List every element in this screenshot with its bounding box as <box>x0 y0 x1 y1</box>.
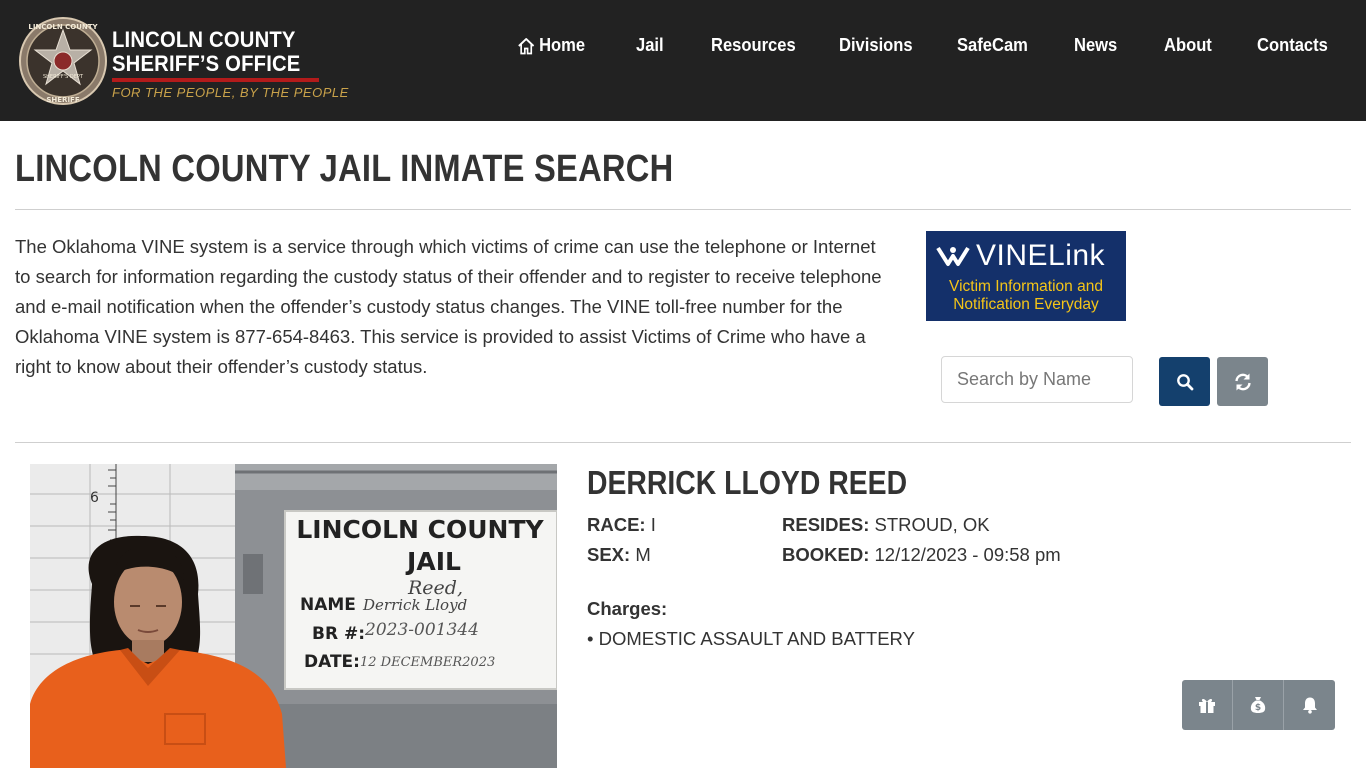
race-field: RACE: I <box>587 514 656 536</box>
commissary-button[interactable] <box>1182 680 1233 730</box>
bell-icon <box>1302 697 1317 714</box>
booked-label: BOOKED: <box>782 544 870 565</box>
search-button[interactable] <box>1159 357 1210 406</box>
nav-about[interactable]: About <box>1164 35 1212 56</box>
logo-divider <box>112 78 319 82</box>
inmate-name: DERRICK LLOYD REED <box>587 464 908 501</box>
mugshot-illustration: 6 LINCOLN COUNTY JAIL Reed, NAME Derrick… <box>30 464 557 768</box>
resides-label: RESIDES: <box>782 514 870 535</box>
gift-icon <box>1199 698 1215 713</box>
svg-text:NAME: NAME <box>300 595 356 615</box>
vinelink-brand: VINELink <box>936 239 1105 273</box>
booked-field: BOOKED: 12/12/2023 - 09:58 pm <box>782 544 1061 566</box>
section-divider <box>15 442 1351 443</box>
svg-text:SHERIFF: SHERIFF <box>46 96 79 104</box>
svg-text:12 DECEMBER2023: 12 DECEMBER2023 <box>360 655 495 670</box>
page-title: LINCOLN COUNTY JAIL INMATE SEARCH <box>15 148 674 190</box>
logo-tagline: FOR THE PEOPLE, BY THE PEOPLE <box>112 85 349 100</box>
sex-field: SEX: M <box>587 544 651 566</box>
logo-title-line2: SHERIFF’S OFFICE <box>112 51 301 76</box>
svg-text:JAIL: JAIL <box>405 547 461 576</box>
nav-home-label: Home <box>539 35 586 55</box>
race-label: RACE: <box>587 514 646 535</box>
nav-jail[interactable]: Jail <box>636 35 664 56</box>
search-icon <box>1176 373 1193 390</box>
bond-button[interactable]: $ <box>1233 680 1284 730</box>
svg-text:DATE:: DATE: <box>304 652 360 672</box>
nav-divisions[interactable]: Divisions <box>839 35 913 56</box>
site-header: LINCOLN COUNTY SHERIFF SHERIFF'S DEPT LI… <box>0 0 1366 121</box>
site-logo[interactable]: LINCOLN COUNTY SHERIFF SHERIFF'S DEPT LI… <box>18 14 348 106</box>
logo-text: LINCOLN COUNTY SHERIFF’S OFFICE FOR THE … <box>112 27 349 100</box>
inmate-action-group: $ <box>1182 680 1335 730</box>
refresh-icon <box>1234 373 1251 390</box>
money-bag-icon: $ <box>1250 697 1266 713</box>
vinelink-banner[interactable]: VINELink Victim Information and Notifica… <box>926 231 1126 321</box>
reset-button[interactable] <box>1217 357 1268 406</box>
inmate-photo: 6 LINCOLN COUNTY JAIL Reed, NAME Derrick… <box>30 464 557 768</box>
nav-resources[interactable]: Resources <box>711 35 796 56</box>
nav-home[interactable]: Home <box>517 35 585 56</box>
vine-intro-text: The Oklahoma VINE system is a service th… <box>15 236 882 377</box>
svg-text:$: $ <box>1255 703 1261 713</box>
resides-field: RESIDES: STROUD, OK <box>782 514 990 536</box>
charges-label: Charges: <box>587 598 668 619</box>
sex-value: M <box>635 544 651 565</box>
svg-text:LINCOLN COUNTY: LINCOLN COUNTY <box>28 23 98 31</box>
nav-news[interactable]: News <box>1074 35 1117 56</box>
vinelink-sub-line2: Notification Everyday <box>953 296 1099 313</box>
vinelink-wordmark: VINELink <box>976 239 1106 272</box>
sheriff-badge-icon: LINCOLN COUNTY SHERIFF SHERIFF'S DEPT <box>19 17 107 105</box>
logo-title-line1: LINCOLN COUNTY <box>112 27 296 52</box>
svg-text:LINCOLN COUNTY: LINCOLN COUNTY <box>296 515 544 544</box>
svg-text:SHERIFF'S DEPT: SHERIFF'S DEPT <box>43 74 84 80</box>
race-value: I <box>650 514 656 535</box>
booked-value: 12/12/2023 - 09:58 pm <box>874 544 1061 565</box>
resides-value: STROUD, OK <box>874 514 990 535</box>
svg-text:2023-001344: 2023-001344 <box>364 620 479 640</box>
svg-text:6: 6 <box>90 490 99 506</box>
search-input[interactable] <box>941 356 1133 403</box>
nav-contacts[interactable]: Contacts <box>1257 35 1328 56</box>
svg-text:BR #:: BR #: <box>312 624 365 644</box>
svg-text:Derrick Lloyd: Derrick Lloyd <box>362 596 467 614</box>
title-divider <box>15 209 1351 210</box>
notify-button[interactable] <box>1284 680 1335 730</box>
vinelink-sub-line1: Victim Information and <box>949 278 1103 295</box>
charge-item: • DOMESTIC ASSAULT AND BATTERY <box>587 628 915 649</box>
sex-label: SEX: <box>587 544 631 565</box>
vine-logo-icon <box>936 246 970 266</box>
home-icon <box>518 37 535 54</box>
nav-safecam[interactable]: SafeCam <box>957 35 1028 56</box>
